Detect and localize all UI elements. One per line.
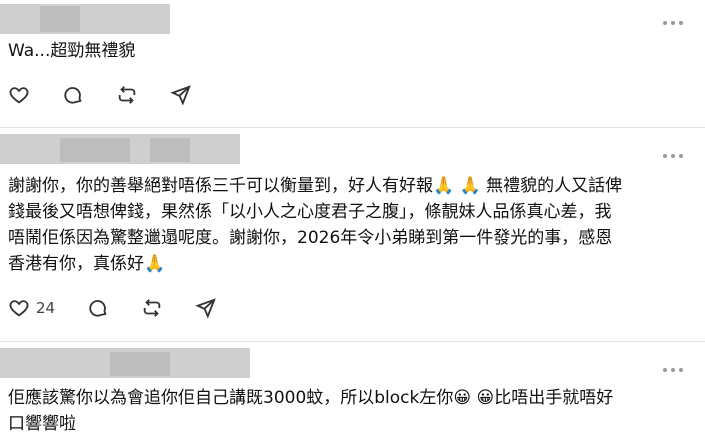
blurred-username: [0, 4, 170, 34]
comment-text-line-1: 謝謝你，你的善舉絕對唔係三千可以衡量到，好人有好報🙏 🙏 無禮貌的人又話俾: [8, 176, 623, 196]
repost-button[interactable]: [141, 297, 163, 319]
heart-icon: [9, 87, 29, 104]
more-icon[interactable]: [663, 153, 683, 159]
share-button[interactable]: [195, 297, 217, 319]
comment-text-line-1: 佢應該驚你以為會追你佢自己講既3000蚊，所以block左你😀 😀比唔出手就唔好: [8, 388, 614, 408]
reply-button[interactable]: [62, 84, 84, 106]
blurred-username: [60, 138, 130, 162]
share-button[interactable]: [170, 84, 192, 106]
comment-text-line-2: 口響響啦: [8, 414, 76, 434]
comment-text-line-4: 香港有你，真係好🙏: [8, 254, 166, 274]
like-count: 24: [36, 299, 56, 317]
comment-icon: [64, 87, 82, 104]
send-icon: [195, 298, 216, 319]
blurred-username: [40, 6, 80, 32]
repost-button[interactable]: [116, 84, 138, 106]
comment-text-line-3: 唔鬧佢係因為驚整邋遢呢度。謝謝你，2026年令小弟睇到第一件發光的事，感恩: [8, 228, 613, 248]
more-icon[interactable]: [663, 20, 683, 26]
comment-text: Wa...超勁無禮貌: [8, 41, 136, 61]
comment-text-line-2: 錢最後又唔想俾錢，果然係「以小人之心度君子之腹」，條靚妹人品係真心差，我: [8, 202, 612, 222]
repost-icon: [118, 86, 136, 104]
repost-icon: [143, 299, 161, 317]
like-button[interactable]: 24: [8, 297, 55, 319]
action-bar: 24: [8, 297, 249, 319]
like-button[interactable]: [8, 84, 30, 106]
blurred-username: [150, 138, 190, 162]
blurred-username: [110, 352, 170, 376]
more-icon[interactable]: [663, 367, 683, 373]
heart-icon: [9, 300, 29, 317]
comment-icon: [89, 300, 107, 317]
comment-3: 佢應該驚你以為會追你佢自己講既3000蚊，所以block左你😀 😀比唔出手就唔好…: [0, 342, 705, 438]
reply-button[interactable]: [87, 297, 109, 319]
comment-2: 謝謝你，你的善舉絕對唔係三千可以衡量到，好人有好報🙏 🙏 無禮貌的人又話俾 錢最…: [0, 128, 705, 340]
action-bar: [8, 84, 224, 106]
send-icon: [170, 85, 191, 106]
comment-1: Wa...超勁無禮貌: [0, 0, 705, 126]
